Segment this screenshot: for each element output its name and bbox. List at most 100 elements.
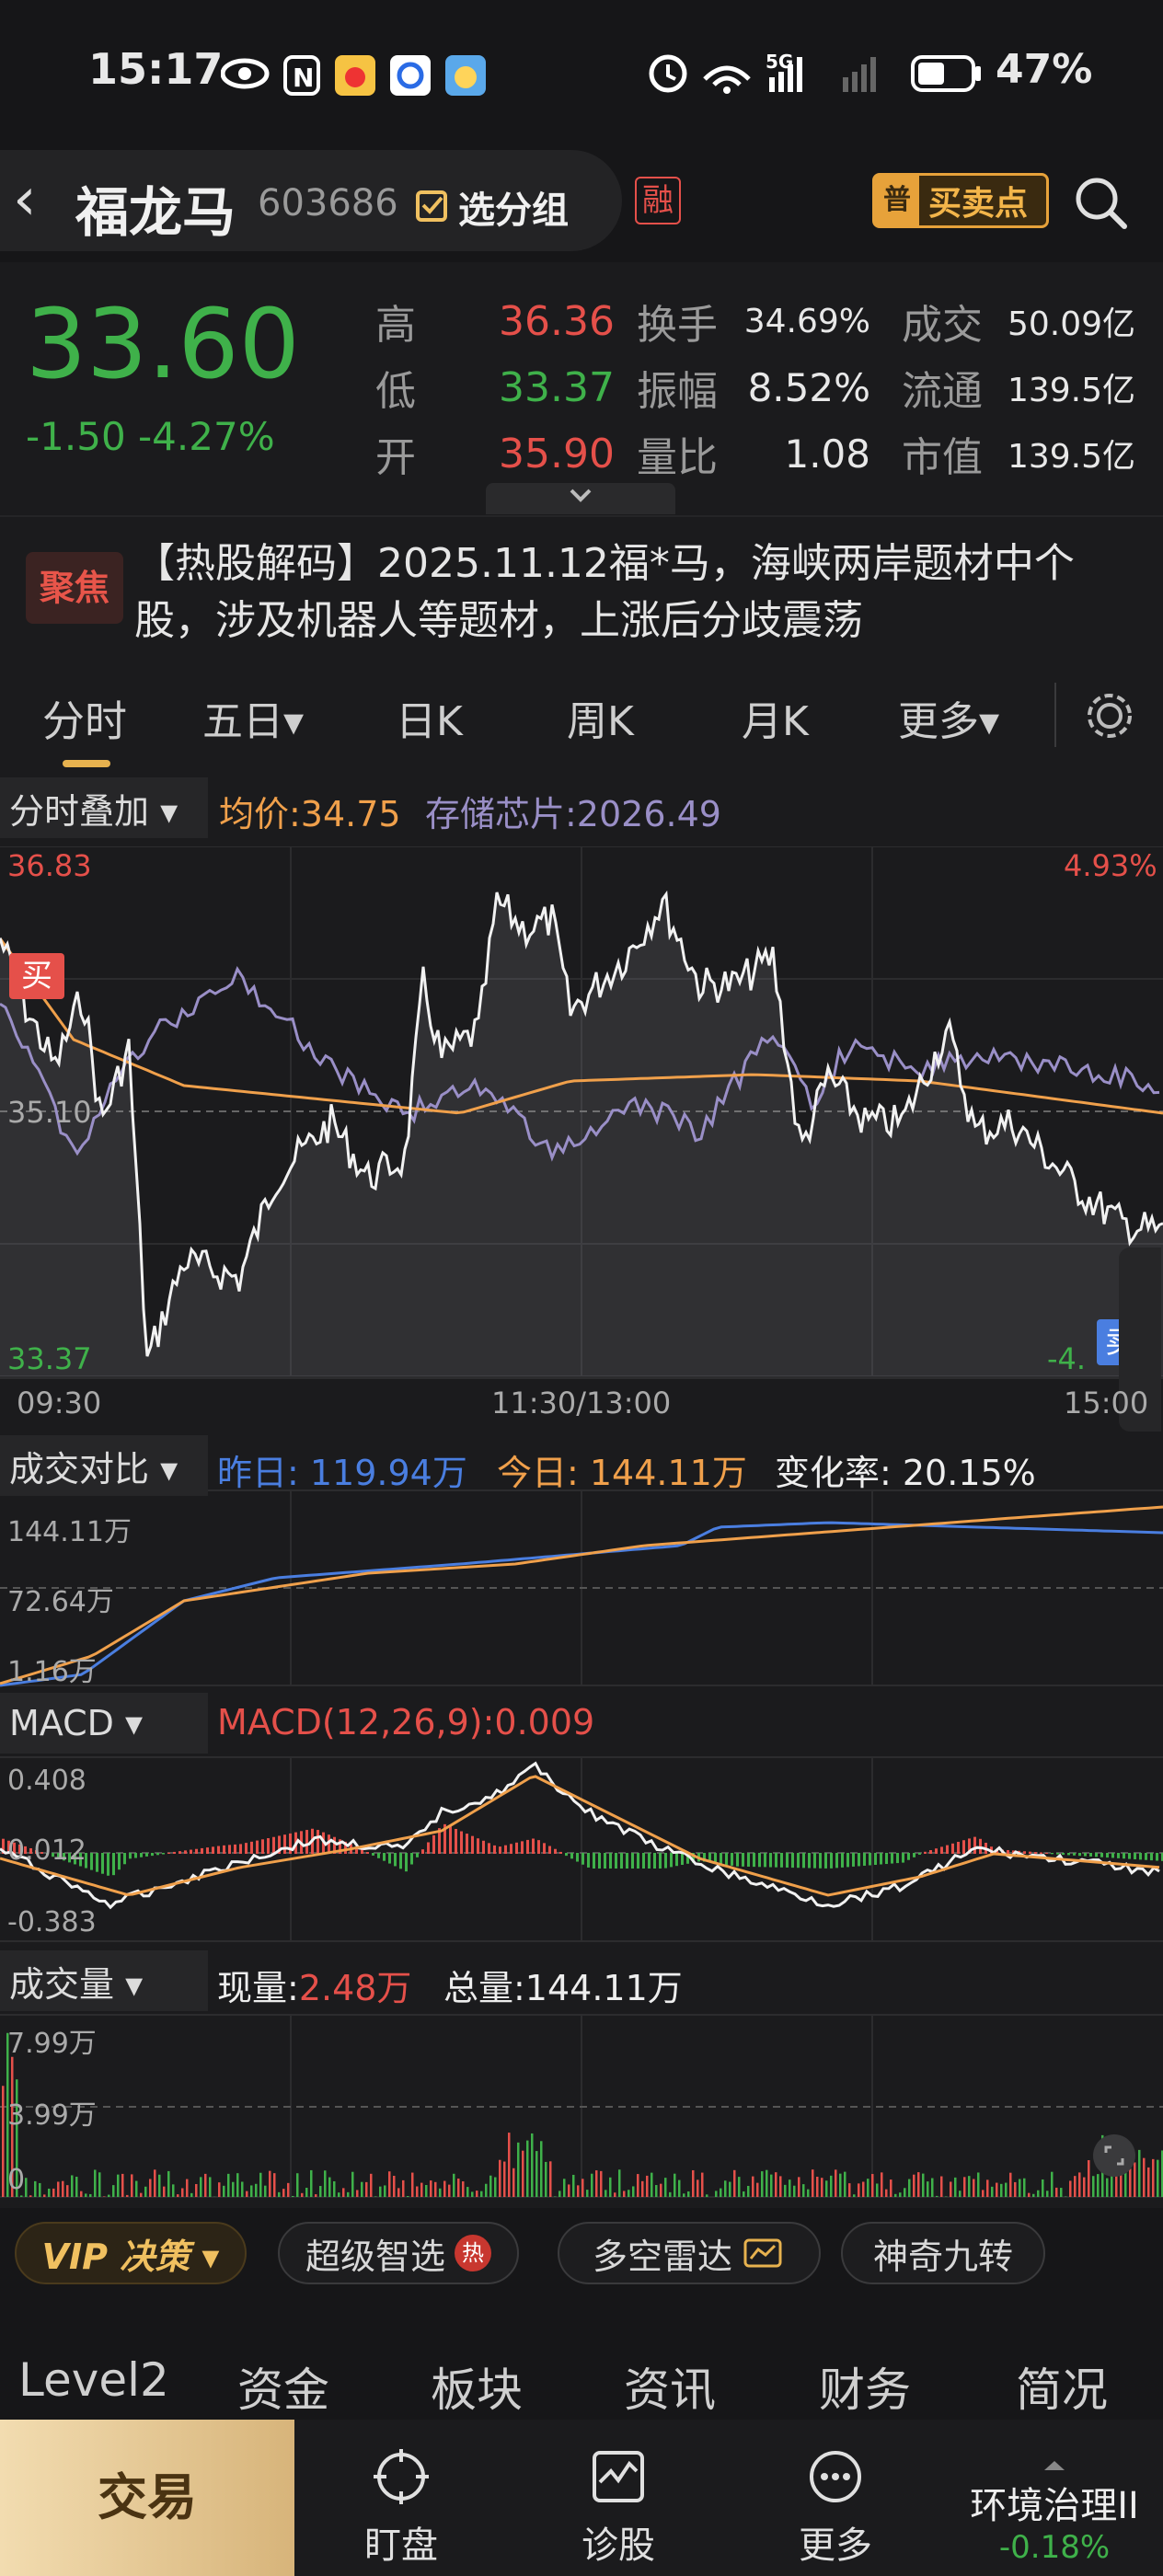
volume-bar [628,2190,630,2197]
macd-bar [896,1853,899,1864]
volume-compare-dropdown[interactable]: 成交对比 ▾ [0,1435,208,1496]
status-app-icons: N [221,55,486,96]
stats-col-1: 高 36.36 低 33.37 开 35.90 [375,288,615,487]
macd-bar [471,1835,474,1854]
tab-sector[interactable]: 板块 [431,2353,523,2420]
nav-more-label: 更多 [799,2524,872,2567]
volume-dropdown[interactable]: 成交量 ▾ [0,1950,208,2011]
compare-y-low: 1.16万 [7,1656,97,1688]
volume-bar [443,2180,446,2197]
volume-bar [29,2195,32,2197]
nav-more[interactable]: 更多 [762,2447,909,2569]
search-icon[interactable] [1071,173,1130,232]
volume-bar [991,2186,994,2197]
macd-bar [123,1853,126,1865]
macd-bar [758,1853,761,1868]
macd-bar [543,1843,546,1854]
macd-bar [234,1844,236,1854]
macd-bar [261,1839,264,1854]
tab-day-k[interactable]: 日K [396,688,463,747]
volume-bar [793,2185,796,2197]
macd-bar [962,1840,965,1854]
tab-five-day[interactable]: 五日▾ [202,688,304,747]
fullscreen-icon[interactable] [1091,2133,1137,2179]
radar-chip[interactable]: 多空雷达 [558,2222,821,2284]
volume-bar [535,2151,538,2197]
macd-bar [587,1853,590,1868]
tab-week-k[interactable]: 周K [567,688,634,747]
macd-bar [681,1853,684,1865]
volume-bar [512,2168,515,2197]
volume-bar [144,2186,147,2197]
macd-bar [112,1853,115,1876]
volume-bar [85,2193,87,2197]
index-ticker[interactable]: 环境治理II -0.18% [953,2458,1156,2566]
volume-bar [71,2175,74,2197]
buy-signal-tag[interactable]: 买 [9,953,64,999]
volume-bar [264,2185,267,2197]
macd-bar [808,1853,811,1869]
tab-level2[interactable]: Level2 [18,2353,169,2407]
current-volume-label: 现量: [217,1968,299,2008]
volume-bar [1032,2193,1035,2197]
select-group-button[interactable]: 选分组 [414,180,569,234]
volume-bar [273,2173,276,2197]
margin-trading-badge[interactable]: 融 [635,177,681,224]
tab-more[interactable]: 更多▾ [898,688,999,747]
trade-button[interactable]: 交易 [0,2420,294,2576]
volume-bar [25,2178,28,2197]
tab-funds[interactable]: 资金 [237,2353,329,2420]
trade-point-button[interactable]: 普 买卖点 [872,173,1049,228]
tab-news[interactable]: 资讯 [624,2353,716,2420]
settings-gear-icon[interactable] [1082,688,1137,743]
volume-bar [121,2173,124,2197]
volume-bar [434,2181,437,2197]
trade-point-badge: 普 [875,176,919,225]
volume-bar [310,2169,313,2197]
checkbox-icon [416,190,447,222]
macd-bar [626,1853,628,1869]
tab-month-k[interactable]: 月K [742,688,809,747]
volume-ratio-value: 1.08 [784,431,870,477]
tab-profile[interactable]: 简况 [1016,2353,1108,2420]
tab-finance[interactable]: 财务 [819,2353,911,2420]
volume-bar [416,2186,419,2197]
expand-quote-button[interactable] [486,483,675,514]
volume-bar [126,2194,129,2197]
volume-bar [259,2172,262,2197]
intraday-overlay-dropdown[interactable]: 分时叠加 ▾ [0,777,208,838]
macd-bar [929,1850,932,1854]
radar-label: 多空雷达 [592,2236,732,2277]
macd-dropdown[interactable]: MACD ▾ [0,1693,208,1754]
volume-bar [430,2180,432,2197]
news-banner[interactable]: 聚焦 【热股解码】2025.11.12福*马，海峡两岸题材中个股，涉及机器人等题… [0,515,1163,662]
macd-bar [239,1844,242,1854]
volume-bar [862,2181,865,2197]
tab-intraday[interactable]: 分时 [42,688,127,749]
nine-turn-chip[interactable]: 神奇九转 [841,2222,1045,2284]
volume-bar [917,2172,920,2197]
macd-bar [223,1845,225,1854]
y-axis-low-pct: -4. [1047,1341,1087,1376]
macd-bar [366,1852,369,1854]
back-icon[interactable]: ‹ [13,166,37,234]
macd-bar [670,1853,673,1868]
volume-bar [1055,2187,1058,2197]
macd-bar [593,1853,595,1869]
macd-bar [416,1853,419,1857]
macd-bar [637,1853,639,1869]
nav-diagnose[interactable]: 诊股 [545,2447,692,2569]
volume-bar [1143,2157,1146,2197]
macd-bar [212,1846,214,1854]
volume-bar [39,2182,41,2197]
volume-bar [526,2140,529,2197]
volume-bar [186,2179,189,2197]
super-select-chip[interactable]: 超级智选热 [278,2222,519,2284]
volume-bar [57,2181,60,2197]
volume-bar [517,2142,520,2197]
macd-bar [720,1853,722,1865]
diagnose-chart-icon [593,2451,644,2502]
volume-bar [963,2177,966,2197]
nav-watch[interactable]: 盯盘 [328,2447,475,2569]
vip-decision-button[interactable]: VIP 决策 ▾ [15,2222,247,2284]
